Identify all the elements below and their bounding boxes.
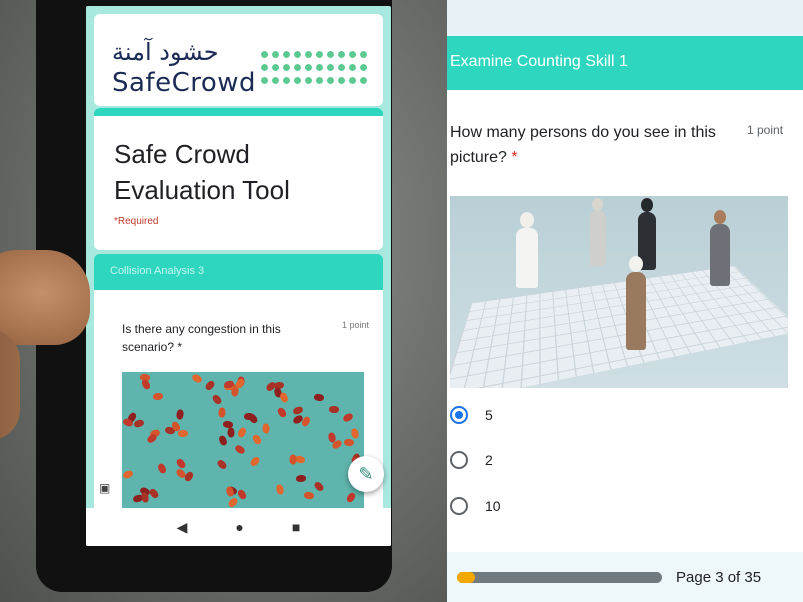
form-title: Safe Crowd Evaluation Tool [114,139,290,205]
person-head [592,198,603,211]
form-panel: Examine Counting Skill 1 How many person… [447,0,803,602]
crowd-agent [175,408,185,421]
crowd-agent [288,454,298,465]
radio-selected[interactable] [450,406,468,424]
crowd-agent [251,433,263,446]
form-title-card: Safe Crowd Evaluation Tool *Required [94,108,383,250]
hand [0,330,20,440]
home-icon[interactable]: ● [235,519,243,535]
crowd-agent [148,487,160,500]
crowd-agent [350,428,360,439]
crowd-agent [217,406,227,419]
answer-option[interactable]: 2 [450,448,493,472]
feedback-icon[interactable]: ▣ [99,481,110,495]
question-points: 1 point [747,123,784,137]
section-header: Collision Analysis 3 [94,254,383,290]
crowd-agent [303,490,315,501]
crowd-agent [345,491,357,504]
progress-bar [457,572,662,583]
android-nav-bar: ◀ ● ■ [86,508,391,546]
form-top-strip [447,0,803,36]
section-title: Collision Analysis 3 [110,265,205,277]
question-label: How many persons do you see in this pict… [450,124,716,166]
answer-option-label: 10 [485,498,501,514]
crowd-agent [276,406,288,419]
question-text: Is there any congestion in this scenario… [122,322,281,354]
grid-floor [450,265,788,388]
person-head [629,256,643,272]
logo-card: حشود آمنة SafeCrowd [94,14,383,106]
person-figure [626,272,646,350]
crowd-agent [177,429,189,438]
radio-unselected[interactable] [450,497,468,515]
crowd-agent [296,475,306,482]
phone-screen: حشود آمنة SafeCrowd Safe Crowd Evaluatio… [86,6,391,546]
crowd-agent [157,462,167,475]
required-star: * [511,149,518,166]
required-note: *Required [114,216,159,227]
crowd-agent [313,480,325,493]
person-head [520,212,534,228]
question-card: How many persons do you see in this pict… [447,90,803,560]
crowd-agent [236,426,248,439]
section-title: Examine Counting Skill 1 [450,53,628,70]
crowd-agent [328,405,340,414]
crowd-agent [262,423,270,434]
crowd-agent [226,496,240,509]
crowd-agent [313,392,325,403]
progress-area: Page 3 of 35 [447,552,803,602]
crowd-agent [141,492,149,503]
crowd-agent [216,458,228,471]
question-points: 1 point [342,320,370,330]
crowd-agent [211,393,223,406]
recent-apps-icon[interactable]: ■ [292,519,300,535]
crowd-agent [153,393,163,400]
person-figure [590,210,606,266]
crowd-agent [218,434,228,447]
person-head [641,198,653,212]
crowd-agent [190,372,204,385]
phone-photo: حشود آمنة SafeCrowd Safe Crowd Evaluatio… [0,0,447,602]
progress-fill [457,572,475,583]
crowd-agent [279,391,289,404]
radio-unselected[interactable] [450,451,468,469]
person-head [714,210,726,224]
crowd-agent [203,379,217,392]
person-figure [516,228,538,288]
logo-dots-graphic [259,48,369,90]
crowd-agent [175,457,187,470]
crowd-agent [233,443,247,456]
answer-option-label: 5 [485,407,493,423]
crowd-agent [275,484,285,495]
answer-option-label: 2 [485,452,493,468]
crowd-agent [292,405,304,416]
crowd-agent [343,438,355,447]
person-figure [710,224,730,286]
page-indicator: Page 3 of 35 [676,569,762,586]
pencil-icon[interactable]: ✎ [348,456,384,492]
section-header: Examine Counting Skill 1 [447,36,803,90]
crowd-agent [122,469,134,480]
logo-arabic: حشود آمنة [112,38,219,66]
back-icon[interactable]: ◀ [177,519,188,536]
crowd-agent [227,427,235,438]
answer-option[interactable]: 10 [450,494,501,518]
crowd-agent [236,488,248,501]
crowd-agent [342,412,354,423]
crowd-agent [140,378,152,391]
answer-option[interactable]: 5 [450,403,493,427]
logo-english: SafeCrowd [112,68,257,98]
question-text: How many persons do you see in this pict… [450,120,720,170]
finger [0,250,90,345]
crowd-agent [248,455,262,468]
crowd-agent [133,419,145,428]
persons-picture [450,196,788,388]
crowd-simulation-image [122,372,364,512]
